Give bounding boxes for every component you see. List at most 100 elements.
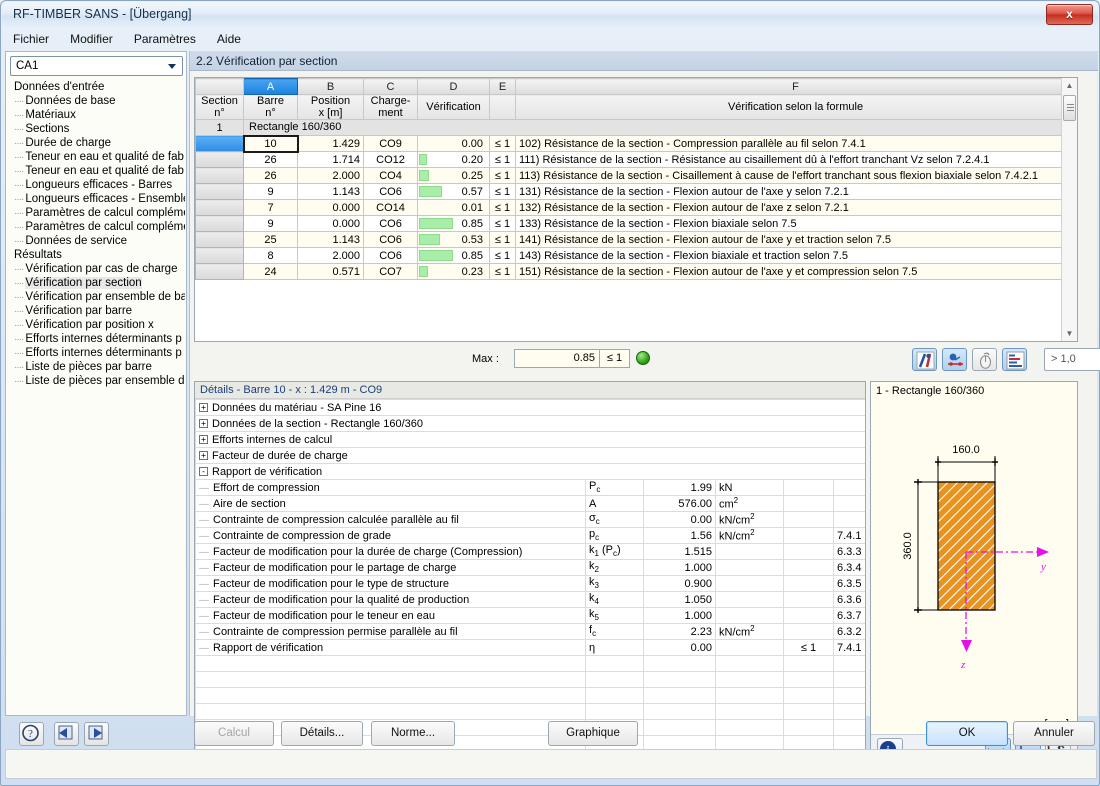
- details-row[interactable]: — Contrainte de compression de grade pc 1.5…: [195, 527, 865, 544]
- sidebar-item-18[interactable]: ···· Efforts internes déterminants p: [8, 332, 185, 346]
- expander-plus-icon[interactable]: +: [199, 435, 208, 445]
- table-row[interactable]: 25 1.143 CO6 0.53 ≤ 1 141) Résistance de la s…: [195, 231, 1076, 248]
- details-row[interactable]: — Facteur de modification pour le type de…: [195, 575, 865, 592]
- menu-parametres[interactable]: Paramètres: [125, 30, 205, 48]
- cell-chargement[interactable]: CO6: [363, 247, 418, 264]
- cell-position[interactable]: 2.000: [297, 247, 364, 264]
- sidebar-item-19[interactable]: ···· Efforts internes déterminants p: [8, 346, 185, 360]
- cell-position[interactable]: 1.143: [297, 231, 364, 248]
- table-row[interactable]: 10 1.429 CO9 0.00 ≤ 1 102) Résistance de la s…: [195, 134, 1076, 153]
- cell-barre[interactable]: 8: [243, 247, 298, 264]
- menu-modifier[interactable]: Modifier: [61, 30, 122, 48]
- cell-chargement[interactable]: CO12: [363, 151, 418, 168]
- sidebar-item-2[interactable]: ···· Matériaux: [8, 108, 185, 122]
- row-selector[interactable]: [195, 167, 244, 184]
- graphique-button[interactable]: Graphique: [548, 721, 638, 746]
- section-group-row[interactable]: 1 Rectangle 160/360: [195, 119, 1076, 136]
- cell-position[interactable]: 1.429: [297, 135, 364, 152]
- result-table-button[interactable]: [1002, 348, 1027, 371]
- cell-position[interactable]: 0.000: [297, 199, 364, 216]
- sidebar-item-14[interactable]: ···· Vérification par section: [8, 276, 185, 290]
- ok-button[interactable]: OK: [926, 721, 1008, 746]
- row-selector[interactable]: [195, 135, 244, 152]
- scroll-down-icon[interactable]: ▼: [1062, 326, 1077, 341]
- row-selector[interactable]: [195, 183, 244, 200]
- row-selector[interactable]: [195, 151, 244, 168]
- table-row[interactable]: 7 0.000 CO14 0.01 ≤ 1 132) Résistance de la s…: [195, 199, 1076, 216]
- row-selector[interactable]: [195, 215, 244, 232]
- case-selector-combo[interactable]: CA1: [10, 56, 183, 76]
- max-value-field[interactable]: 0.85: [514, 349, 600, 368]
- menu-fichier[interactable]: Fichier: [4, 30, 58, 48]
- cell-chargement[interactable]: CO6: [363, 215, 418, 232]
- cell-verification[interactable]: 0.53: [417, 231, 490, 248]
- section-graphic-pane[interactable]: 1 - Rectangle 160/360 y z 160.0 360.0: [870, 381, 1078, 763]
- result-diagram-button[interactable]: [912, 348, 937, 371]
- details-row[interactable]: — Contrainte de compression calculée para…: [195, 511, 865, 528]
- expander-minus-icon[interactable]: -: [199, 467, 208, 477]
- details-row[interactable]: — Facteur de modification pour la durée d…: [195, 543, 865, 560]
- details-button[interactable]: Détails...: [281, 721, 363, 746]
- row-selector[interactable]: [195, 199, 244, 216]
- sidebar-item-11[interactable]: ···· Données de service: [8, 234, 185, 248]
- scroll-up-icon[interactable]: ▲: [1062, 78, 1077, 93]
- menu-aide[interactable]: Aide: [208, 30, 250, 48]
- details-row[interactable]: — Rapport de vérification η 0.00 ≤ 1 7.4.1: [195, 639, 865, 656]
- cell-barre[interactable]: 26: [243, 151, 298, 168]
- cell-position[interactable]: 0.000: [297, 215, 364, 232]
- sidebar-item-4[interactable]: ···· Durée de charge: [8, 136, 185, 150]
- cell-verification[interactable]: 0.00: [417, 135, 490, 152]
- table-row[interactable]: 24 0.571 CO7 0.23 ≤ 1 151) Résistance de la s…: [195, 263, 1076, 280]
- expander-plus-icon[interactable]: +: [199, 419, 208, 429]
- cell-chargement[interactable]: CO14: [363, 199, 418, 216]
- table-row[interactable]: 9 0.000 CO6 0.85 ≤ 1 133) Résistance de la se…: [195, 215, 1076, 232]
- cell-position[interactable]: 1.714: [297, 151, 364, 168]
- results-table[interactable]: A B C D E F Section n° Barre n° Position x [m] Charg…: [194, 77, 1078, 342]
- cell-chargement[interactable]: CO9: [363, 135, 418, 152]
- column-header-B[interactable]: B: [297, 78, 364, 95]
- column-header-C[interactable]: C: [363, 78, 418, 95]
- details-group-row[interactable]: + Facteur de durée de charge: [195, 447, 865, 464]
- sidebar-item-21[interactable]: ···· Liste de pièces par ensemble d: [8, 374, 185, 388]
- details-group-row[interactable]: + Données du matériau - SA Pine 16: [195, 399, 865, 416]
- cell-chargement[interactable]: CO6: [363, 183, 418, 200]
- annuler-button[interactable]: Annuler: [1013, 721, 1095, 746]
- cell-chargement[interactable]: CO7: [363, 263, 418, 280]
- cell-barre[interactable]: 10: [242, 134, 299, 153]
- table-row[interactable]: 8 2.000 CO6 0.85 ≤ 1 143) Résistance de la se…: [195, 247, 1076, 264]
- table-row[interactable]: 26 2.000 CO4 0.25 ≤ 1 113) Résistance de la s…: [195, 167, 1076, 184]
- details-row[interactable]: — Facteur de modification pour le teneur …: [195, 607, 865, 624]
- row-selector[interactable]: [195, 231, 244, 248]
- norme-button[interactable]: Norme...: [371, 721, 455, 746]
- cell-verification[interactable]: 0.01: [417, 199, 490, 216]
- tree-root-0[interactable]: Données d'entrée: [8, 80, 185, 94]
- sidebar-item-8[interactable]: ···· Longueurs efficaces - Ensemble: [8, 192, 185, 206]
- cell-barre[interactable]: 9: [243, 215, 298, 232]
- details-group-row[interactable]: + Données de la section - Rectangle 160/3…: [195, 415, 865, 432]
- sidebar-item-17[interactable]: ···· Vérification par position x: [8, 318, 185, 332]
- cell-verification[interactable]: 0.25: [417, 167, 490, 184]
- cell-barre[interactable]: 26: [243, 167, 298, 184]
- cell-verification[interactable]: 0.85: [417, 247, 490, 264]
- column-header-D[interactable]: D: [417, 78, 490, 95]
- details-row[interactable]: — Facteur de modification pour la qualité…: [195, 591, 865, 608]
- details-row[interactable]: — Aire de section A 576.00 cm2: [195, 495, 865, 512]
- column-header-E[interactable]: E: [489, 78, 516, 95]
- sidebar-item-6[interactable]: ···· Teneur en eau et qualité de fab: [8, 164, 185, 178]
- cell-verification[interactable]: 0.23: [417, 263, 490, 280]
- table-row[interactable]: 9 1.143 CO6 0.57 ≤ 1 131) Résistance de la se…: [195, 183, 1076, 200]
- filter-threshold-combo[interactable]: > 1,0: [1044, 348, 1100, 371]
- details-group-row[interactable]: - Rapport de vérification: [195, 463, 865, 480]
- close-button[interactable]: x: [1046, 4, 1093, 25]
- next-page-button[interactable]: [84, 722, 109, 746]
- cell-barre[interactable]: 24: [243, 263, 298, 280]
- tree-root-12[interactable]: Résultats: [8, 248, 185, 262]
- table-row[interactable]: 26 1.714 CO12 0.20 ≤ 1 111) Résistance de la …: [195, 151, 1076, 168]
- details-group-row[interactable]: + Efforts internes de calcul: [195, 431, 865, 448]
- sidebar-item-7[interactable]: ···· Longueurs efficaces - Barres: [8, 178, 185, 192]
- row-selector[interactable]: [195, 263, 244, 280]
- cell-verification[interactable]: 0.57: [417, 183, 490, 200]
- sidebar-item-3[interactable]: ···· Sections: [8, 122, 185, 136]
- expander-plus-icon[interactable]: +: [199, 403, 208, 413]
- column-header-F[interactable]: F: [515, 78, 1076, 95]
